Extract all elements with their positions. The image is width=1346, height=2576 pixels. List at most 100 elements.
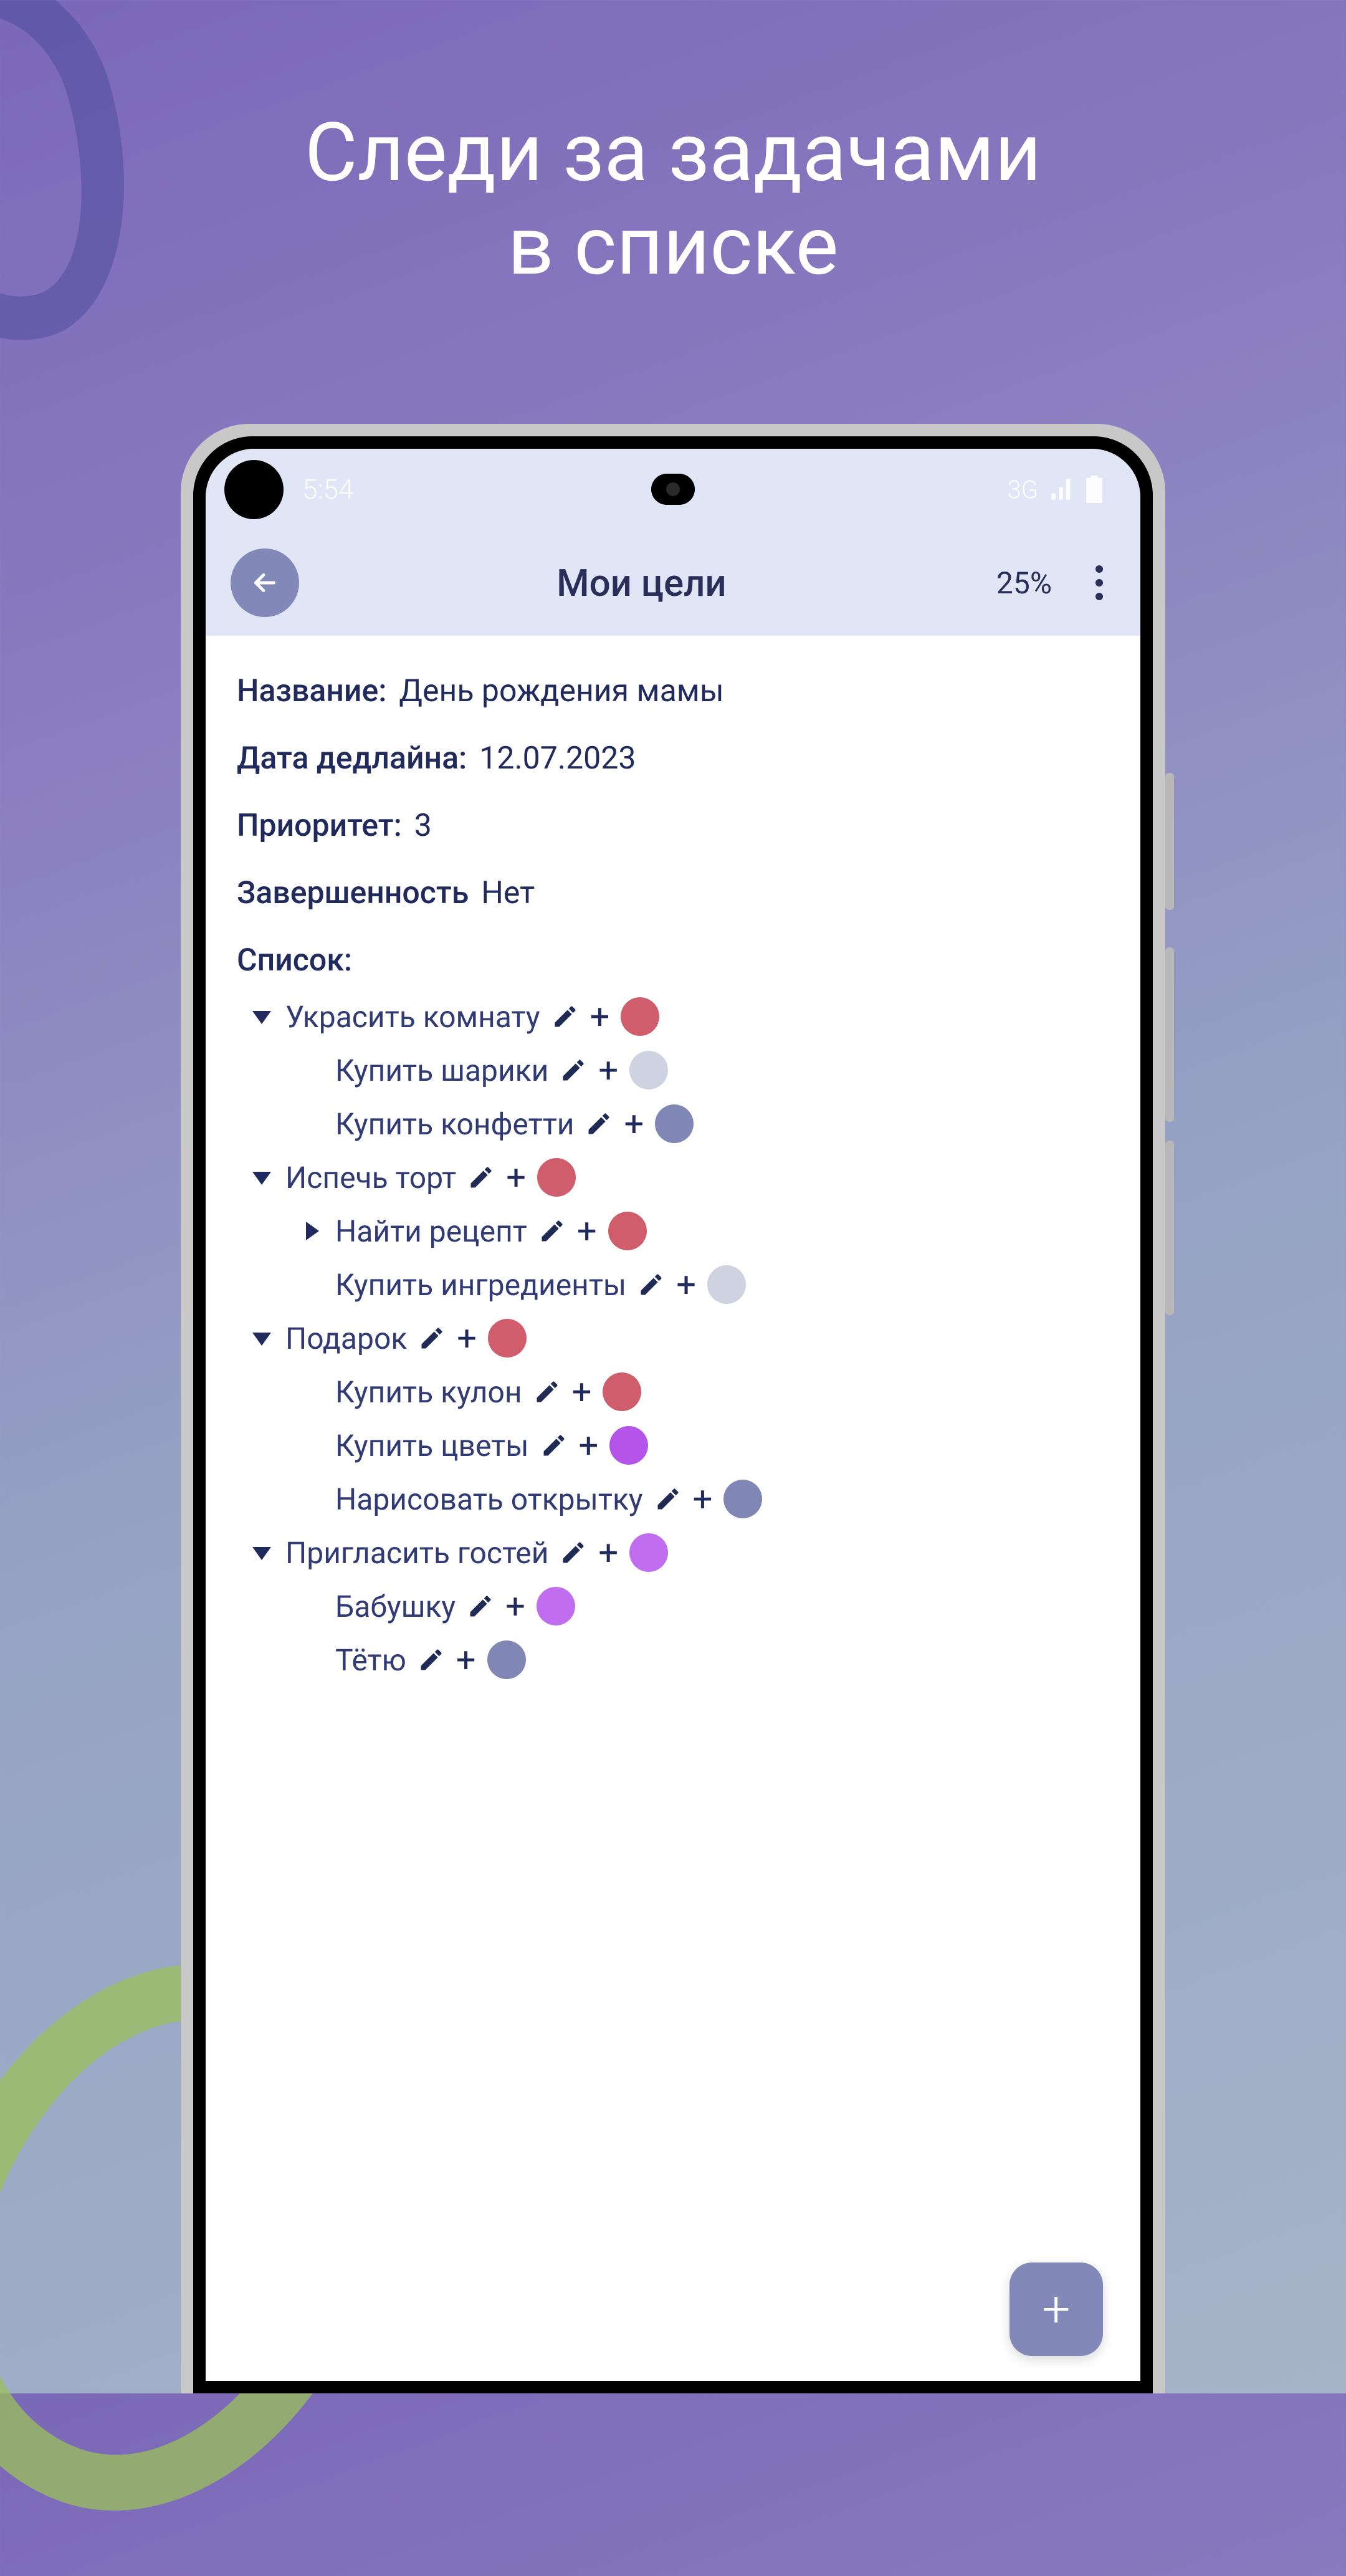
battery-icon <box>1086 476 1103 503</box>
task-node[interactable]: Бабушку + <box>299 1587 1109 1626</box>
task-node[interactable]: Нарисовать открытку+ <box>299 1480 1109 1518</box>
app-bar: Мои цели 25% <box>206 530 1140 636</box>
dot-icon <box>1095 593 1103 600</box>
list-label: Список: <box>237 942 1109 979</box>
task-node[interactable]: Испечь торт + <box>249 1158 1109 1197</box>
status-dot[interactable] <box>655 1104 694 1143</box>
promo-line-2: в списке <box>0 199 1346 293</box>
edit-button[interactable] <box>418 1646 445 1673</box>
add-subtask-button[interactable]: + <box>457 1321 477 1356</box>
status-dot[interactable] <box>603 1372 641 1411</box>
caret-down-icon[interactable] <box>249 1329 274 1348</box>
status-dot[interactable] <box>629 1051 668 1089</box>
status-dot[interactable] <box>608 1212 647 1250</box>
task-label: Пригласить гостей <box>285 1535 548 1571</box>
task-node[interactable]: Купить конфетти + <box>299 1104 1109 1143</box>
add-subtask-button[interactable]: + <box>598 1535 618 1570</box>
edit-button[interactable] <box>551 1003 579 1030</box>
deadline-label: Дата дедлайна: <box>237 740 467 777</box>
field-name: Название: День рождения мамы <box>237 673 1109 709</box>
task-node[interactable]: Купить цветы+ <box>299 1426 1109 1465</box>
caret-right-icon[interactable] <box>299 1222 324 1240</box>
signal-icon <box>1049 479 1074 500</box>
status-bar: 5:54 3G <box>206 449 1140 530</box>
edit-button[interactable] <box>467 1592 494 1620</box>
statusbar-app-dot <box>224 460 284 519</box>
add-fab-button[interactable]: + <box>1010 2262 1103 2356</box>
plus-icon: + <box>1042 2280 1070 2339</box>
edit-button[interactable] <box>637 1271 665 1298</box>
name-label: Название: <box>237 673 386 709</box>
status-dot[interactable] <box>707 1265 746 1304</box>
status-dot[interactable] <box>537 1587 575 1626</box>
task-label: Купить конфетти <box>335 1106 574 1142</box>
task-node[interactable]: Подарок+ <box>249 1319 1109 1357</box>
task-node[interactable]: Купить ингредиенты + <box>299 1265 1109 1304</box>
task-node[interactable]: Найти рецепт+ <box>299 1212 1109 1250</box>
task-node[interactable]: Купить кулон + <box>299 1372 1109 1411</box>
deadline-value: 12.07.2023 <box>479 740 636 777</box>
task-node[interactable]: Пригласить гостей + <box>249 1533 1109 1572</box>
status-dot[interactable] <box>629 1533 668 1572</box>
field-completed: Завершенность Нет <box>237 875 1109 911</box>
edit-button[interactable] <box>560 1539 587 1566</box>
phone-volume-up <box>1165 947 1174 1122</box>
task-label: Украсить комнату <box>285 999 540 1035</box>
task-label: Купить ингредиенты <box>335 1267 626 1303</box>
completed-value: Нет <box>481 875 535 911</box>
add-subtask-button[interactable]: + <box>624 1106 644 1141</box>
add-subtask-button[interactable]: + <box>598 1053 618 1088</box>
back-button[interactable] <box>231 548 299 617</box>
page-title: Мои цели <box>312 561 984 605</box>
add-subtask-button[interactable]: + <box>590 999 610 1034</box>
status-dot[interactable] <box>488 1319 527 1357</box>
completed-label: Завершенность <box>237 875 469 911</box>
add-subtask-button[interactable]: + <box>506 1160 526 1195</box>
task-label: Купить кулон <box>335 1374 522 1410</box>
edit-button[interactable] <box>538 1217 566 1245</box>
task-node[interactable]: Украсить комнату + <box>249 997 1109 1036</box>
phone-frame: 5:54 3G Мои цели <box>181 424 1165 2393</box>
add-subtask-button[interactable]: + <box>572 1374 592 1409</box>
priority-value: 3 <box>414 808 432 844</box>
task-node[interactable]: Купить шарики + <box>299 1051 1109 1089</box>
edit-button[interactable] <box>560 1056 587 1084</box>
caret-down-icon[interactable] <box>249 1168 274 1187</box>
edit-button[interactable] <box>533 1378 561 1405</box>
progress-percent: 25% <box>996 565 1052 601</box>
edit-button[interactable] <box>585 1110 613 1137</box>
add-subtask-button[interactable]: + <box>505 1589 525 1624</box>
caret-down-icon[interactable] <box>249 1543 274 1562</box>
status-dot[interactable] <box>487 1640 526 1679</box>
add-subtask-button[interactable]: + <box>577 1214 597 1248</box>
add-subtask-button[interactable]: + <box>693 1482 713 1516</box>
phone-volume-down <box>1165 1141 1174 1315</box>
edit-button[interactable] <box>540 1432 568 1459</box>
more-menu-button[interactable] <box>1083 559 1115 606</box>
edit-button[interactable] <box>654 1485 682 1513</box>
task-label: Бабушку <box>335 1589 456 1624</box>
status-dot[interactable] <box>609 1426 648 1465</box>
caret-down-icon[interactable] <box>249 1007 274 1026</box>
task-label: Испечь торт <box>285 1160 456 1195</box>
add-subtask-button[interactable]: + <box>676 1267 696 1302</box>
field-priority: Приоритет: 3 <box>237 808 1109 844</box>
arrow-left-icon <box>249 567 280 598</box>
field-deadline: Дата дедлайна: 12.07.2023 <box>237 740 1109 777</box>
add-subtask-button[interactable]: + <box>456 1642 476 1677</box>
task-node[interactable]: Тётю + <box>299 1640 1109 1679</box>
edit-button[interactable] <box>467 1164 495 1191</box>
status-dot[interactable] <box>723 1480 762 1518</box>
camera-cutout <box>651 474 695 505</box>
status-dot[interactable] <box>621 997 659 1036</box>
edit-button[interactable] <box>418 1324 446 1352</box>
screen: 5:54 3G Мои цели <box>206 449 1140 2381</box>
network-label: 3G <box>1007 475 1038 504</box>
status-dot[interactable] <box>537 1158 576 1197</box>
task-label: Купить шарики <box>335 1053 548 1088</box>
dot-icon <box>1095 579 1103 587</box>
statusbar-time: 5:54 <box>302 473 353 505</box>
task-label: Тётю <box>335 1642 406 1678</box>
promo-title: Следи за задачами в списке <box>0 106 1346 292</box>
add-subtask-button[interactable]: + <box>579 1428 599 1463</box>
